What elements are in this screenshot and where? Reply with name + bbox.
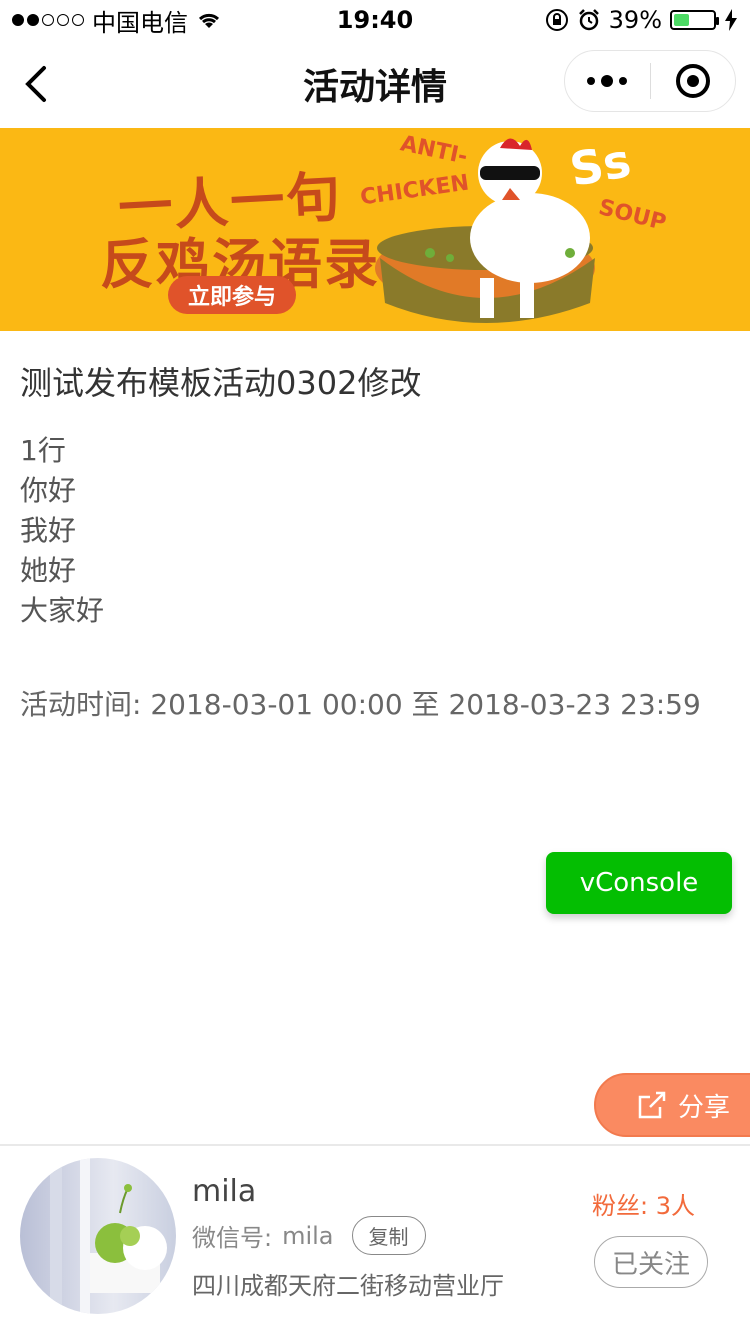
more-dot-icon (601, 75, 614, 87)
publisher-name: mila (192, 1174, 257, 1209)
activity-banner[interactable]: 一人一句 反鸡汤语录 立即参与 ANTI- CHICKEN Ss SOUP (0, 128, 750, 331)
join-now-button[interactable]: 立即参与 (168, 276, 296, 314)
wifi-icon (198, 13, 220, 28)
back-arrow-icon[interactable] (18, 64, 58, 104)
banner-text-ss: Ss (565, 133, 635, 197)
battery-icon (670, 10, 719, 30)
wechat-id: mila (282, 1221, 334, 1250)
more-dot-icon (619, 77, 628, 85)
more-dot-icon (587, 77, 596, 85)
description-line: 1行 (20, 434, 66, 467)
charging-icon (725, 9, 737, 31)
carrier-name: 中国电信 (92, 8, 188, 37)
avatar-image (20, 1158, 176, 1314)
share-label: 分享 (678, 1092, 731, 1123)
status-right: 39% (545, 6, 738, 34)
fans-count: 粉丝: 3人 (592, 1192, 695, 1220)
more-options-button[interactable] (565, 51, 650, 111)
avatar[interactable] (20, 1158, 176, 1314)
shop-name: 四川成都天府二街移动营业厅 (192, 1272, 504, 1300)
share-icon (638, 1091, 666, 1119)
page-title: 活动详情 (302, 67, 447, 108)
battery-fill (674, 14, 689, 26)
publisher-footer: mila 微信号: mila 复制 四川成都天府二街移动营业厅 粉丝: 3人 已… (0, 1144, 750, 1334)
activity-time: 活动时间: 2018-03-01 00:00 至 2018-03-23 23:5… (20, 688, 701, 721)
follow-button[interactable]: 已关注 (594, 1236, 708, 1288)
status-bar: 中国电信 19:40 39% (0, 0, 750, 40)
share-button[interactable]: 分享 (594, 1073, 750, 1137)
activity-content: 测试发布模板活动0302修改 1行 你好 我好 她好 大家好 活动时间: 201… (20, 331, 730, 723)
description-line: 你好 (20, 474, 77, 507)
wechat-label: 微信号: (192, 1224, 273, 1252)
wechat-id-line: 微信号: mila 复制 (192, 1216, 426, 1255)
activity-title: 测试发布模板活动0302修改 (20, 364, 422, 402)
status-left: 中国电信 (12, 3, 222, 38)
description-line: 大家好 (20, 594, 105, 627)
alarm-icon (578, 9, 599, 31)
signal-strength-icon (12, 14, 84, 26)
description-line: 我好 (20, 514, 77, 547)
target-icon (675, 64, 710, 98)
activity-description: 1行 你好 我好 她好 大家好 (20, 431, 730, 631)
close-mini-program-button[interactable] (651, 51, 736, 111)
vconsole-button[interactable]: vConsole (546, 852, 732, 914)
copy-button[interactable]: 复制 (351, 1216, 426, 1255)
description-line: 她好 (20, 554, 77, 587)
mini-program-capsule (564, 50, 736, 112)
rotation-lock-icon (545, 9, 568, 31)
battery-percent: 39% (608, 6, 662, 34)
nav-bar: 活动详情 (0, 40, 750, 128)
